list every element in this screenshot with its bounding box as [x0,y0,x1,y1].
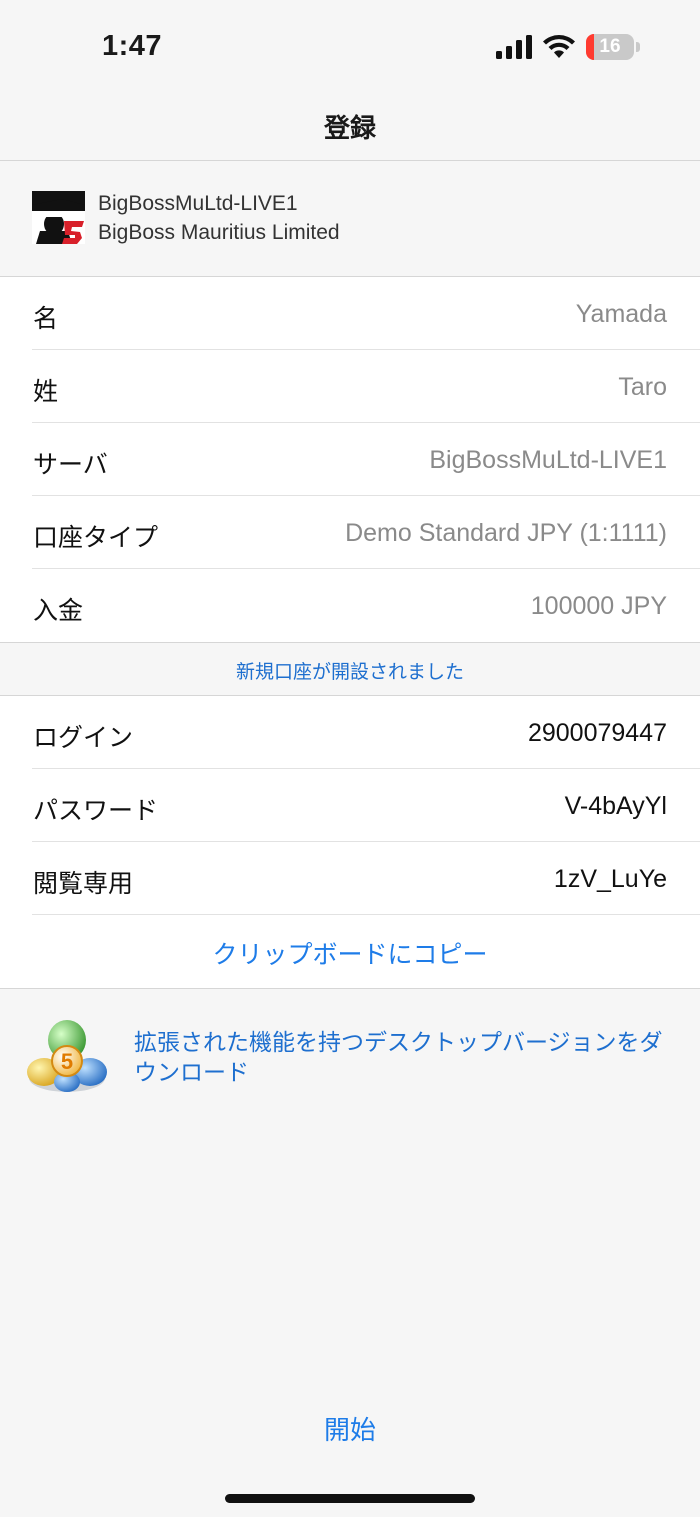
detail-label: 口座タイプ [33,524,159,552]
section-divider [0,988,700,989]
metatrader5-icon: 5 [27,1020,107,1092]
detail-label: 姓 [33,378,59,406]
copy-to-clipboard-label: クリップボードにコピー [212,941,488,969]
detail-row-server: サーバ BigBossMuLtd-LIVE1 [0,423,700,496]
status-icons: 16 [496,32,640,62]
credentials-section: ログイン 2900079447 パスワード V-4bAyYl 閲覧専用 1zV_… [0,696,700,988]
battery-icon: 16 [586,34,634,60]
credential-value: 1zV_LuYe [553,865,667,893]
credential-row-login: ログイン 2900079447 [0,696,700,769]
detail-label: 入金 [33,597,84,625]
start-button[interactable]: 開始 [0,1410,700,1447]
detail-label: サーバ [33,451,108,479]
credential-label: パスワード [33,797,159,825]
copy-to-clipboard-button[interactable]: クリップボードにコピー [0,915,700,988]
broker-server-name: BigBossMuLtd-LIVE1 [98,192,298,215]
cellular-signal-icon [496,35,532,59]
nav-bar: 登録 [0,90,700,161]
battery-level: 16 [599,36,621,57]
credential-label: ログイン [33,724,134,752]
home-indicator[interactable] [225,1494,475,1503]
detail-row-last-name: 姓 Taro [0,350,700,423]
account-created-notice: 新規口座が開設されました [0,642,700,696]
detail-row-deposit: 入金 100000 JPY [0,569,700,642]
notice-text: 新規口座が開設されました [235,662,464,683]
desktop-download-text: 拡張された機能を持つデスクトップバージョンをダウンロード [134,1029,663,1085]
detail-value: Yamada [575,300,667,328]
credential-value: V-4bAyYl [564,792,667,820]
credential-value: 2900079447 [527,719,667,747]
credential-row-password: パスワード V-4bAyYl [0,769,700,842]
detail-row-account-type: 口座タイプ Demo Standard JPY (1:1111) [0,496,700,569]
account-details: 名 Yamada 姓 Taro サーバ BigBossMuLtd-LIVE1 口… [0,277,700,642]
battery-nub [636,42,640,52]
page-title: 登録 [323,113,376,143]
credential-row-investor: 閲覧専用 1zV_LuYe [0,842,700,915]
detail-value: Taro [618,373,667,401]
svg-text:5: 5 [61,1049,73,1074]
wifi-icon [543,35,575,58]
detail-value: Demo Standard JPY (1:1111) [345,519,667,547]
detail-value: 100000 JPY [530,592,667,620]
credential-label: 閲覧専用 [33,870,134,898]
detail-label: 名 [33,305,59,333]
broker-logo-icon [32,191,85,244]
status-bar: 1:47 16 [0,0,700,90]
detail-value: BigBossMuLtd-LIVE1 [429,446,667,474]
status-time: 1:47 [102,30,163,62]
desktop-download-link[interactable]: 5 拡張された機能を持つデスクトップバージョンをダウンロード [0,1010,700,1100]
detail-row-first-name: 名 Yamada [0,277,700,350]
broker-header: BigBossMuLtd-LIVE1 BigBoss Mauritius Lim… [0,161,700,277]
broker-company-name: BigBoss Mauritius Limited [98,221,340,244]
